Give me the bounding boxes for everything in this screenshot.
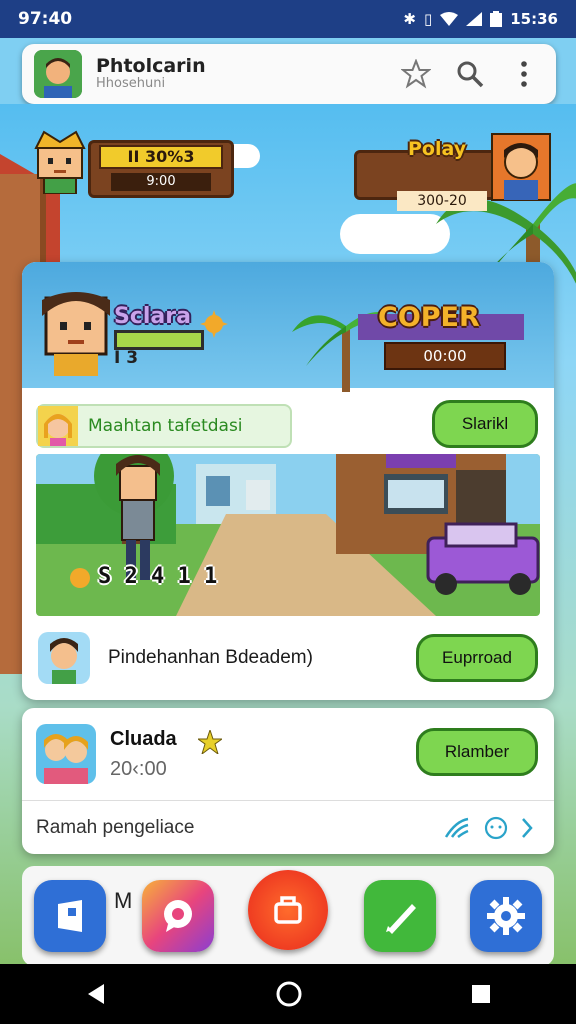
street-scene: S 2 4 1 1 [36, 454, 540, 616]
app-avatar[interactable] [34, 50, 82, 98]
footer-label: Ramah pengeliace [36, 817, 195, 838]
hud-left-title: II 30%3 [99, 145, 223, 169]
match-timer: 00:00 [384, 342, 506, 370]
mission-label: Maahtan tafetdasi [88, 416, 243, 436]
bluetooth-icon: ✱ [403, 10, 416, 28]
friend-card: Cluada 20‹:00 Rlamber Ramah pengeliace [22, 708, 554, 854]
status-icons: ✱ ▯ 15:36 [403, 10, 558, 28]
chevron-right-icon[interactable] [520, 817, 534, 839]
player-avatar [34, 130, 86, 194]
upgrade-button[interactable]: Euprroad [416, 634, 538, 682]
footer-row: Ramah pengeliace [36, 808, 540, 848]
opponent-banner: COPER 00:00 [358, 298, 524, 374]
hud-right-value: 300-20 [397, 191, 487, 211]
divider [22, 800, 554, 801]
search-icon[interactable] [450, 54, 490, 94]
more-vert-icon[interactable] [504, 54, 544, 94]
files-app-icon[interactable] [34, 880, 106, 952]
star-badge-icon [198, 730, 222, 754]
mission-row: Maahtan tafetdasi Slarikl [36, 400, 540, 450]
cloud [340, 214, 450, 254]
girl-avatar [38, 406, 78, 446]
purple-car [426, 522, 540, 595]
battery-icon [490, 11, 503, 27]
signal-waves-icon[interactable] [444, 817, 470, 839]
hud-left-plate: II 30%3 9:00 [88, 140, 234, 198]
player-name: Sclara [114, 304, 191, 329]
street-score: S 2 4 1 1 [98, 564, 218, 589]
navigation-bar [0, 964, 576, 1024]
store-app-icon[interactable] [248, 870, 328, 950]
boy-character [116, 455, 160, 580]
timer-icon[interactable] [484, 816, 508, 840]
kid-avatar [38, 632, 90, 684]
recents-icon[interactable] [470, 983, 492, 1005]
start-button[interactable]: Slarikl [432, 400, 538, 448]
status-bar: 97:40 ✱ ▯ 15:36 [0, 0, 576, 38]
mission-pill: Maahtan tafetdasi [36, 404, 292, 448]
hud-right-name: Polay [408, 138, 467, 160]
app-bar: Phtolcarin Hhosehuni [22, 44, 556, 104]
settings-app-icon[interactable] [470, 880, 542, 952]
app-subtitle: Hhosehuni [96, 76, 166, 92]
hud-left-value: 9:00 [111, 173, 211, 191]
status-clock: 15:36 [510, 10, 558, 28]
match-card: Sclara I 3 COPER 00:00 Maahtan tafetdasi… [22, 262, 554, 700]
signal-icon [466, 12, 483, 26]
back-icon[interactable] [84, 982, 108, 1006]
opponent-name: COPER [378, 302, 480, 333]
remember-button[interactable]: Rlamber [416, 728, 538, 776]
friends-avatar [36, 724, 96, 784]
status-time: 97:40 [18, 9, 73, 29]
app-dock [0, 870, 576, 964]
friend-row: Cluada 20‹:00 Rlamber [36, 722, 540, 788]
player-health-bar [114, 330, 204, 350]
game-scene: II 30%3 9:00 300-20 Polay Sclara I 3 COP… [0, 104, 576, 964]
chat-app-icon[interactable] [142, 880, 214, 952]
player-avatar-large [42, 292, 110, 376]
star-icon[interactable] [396, 54, 436, 94]
info-text: Pindehanhan Bdeadem) [108, 647, 313, 668]
friend-time: 20‹:00 [110, 758, 167, 780]
wifi-icon [440, 12, 459, 26]
vibrate-icon: ▯ [423, 10, 433, 28]
player-score: I 3 [114, 348, 139, 368]
versus-banner: Sclara I 3 COPER 00:00 [22, 262, 554, 392]
notes-app-icon[interactable] [364, 880, 436, 952]
hud-player-right: 300-20 Polay [354, 128, 554, 211]
info-row: Pindehanhan Bdeadem) Euprroad [36, 628, 540, 688]
home-icon[interactable] [275, 980, 303, 1008]
friend-title: Cluada [110, 728, 177, 750]
app-title: Phtolcarin [96, 55, 206, 78]
street-illustration [36, 454, 540, 616]
opponent-avatar [491, 133, 551, 201]
hud-player-left: II 30%3 9:00 [30, 128, 234, 198]
sun-coin-icon [200, 310, 228, 338]
